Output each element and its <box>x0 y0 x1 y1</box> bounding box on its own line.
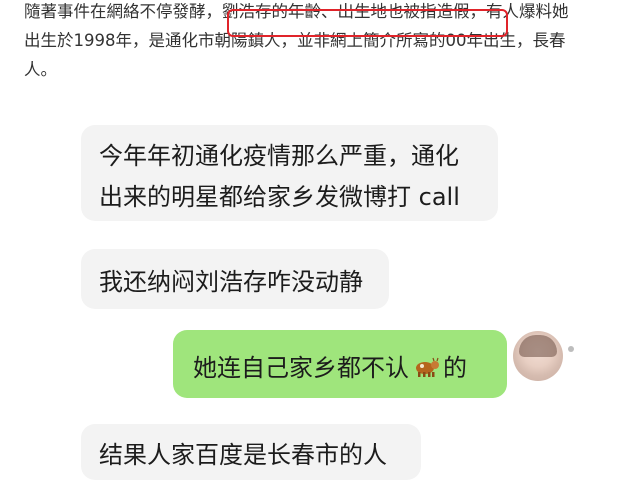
article-line-1-before: 隨著事件在網絡不停發酵， <box>24 2 222 21</box>
dot-icon <box>568 346 574 352</box>
avatar-hair <box>519 335 557 357</box>
chat-bubble-left: 结果人家百度是长春市的人 <box>81 424 421 480</box>
message-text: 今年年初通化疫情那么严重，通化 <box>99 142 459 170</box>
cow-icon <box>416 357 439 377</box>
message-text: 她连自己家乡都不认 的 <box>193 348 467 383</box>
chat-bubble-right: 她连自己家乡都不认 的 <box>173 330 507 398</box>
chat-bubble-left: 今年年初通化疫情那么严重，通化 出来的明星都给家乡发微博打 call <box>81 125 498 221</box>
highlight-box <box>227 9 508 37</box>
message-text-before: 她连自己家乡都不认 <box>193 354 409 382</box>
message-text: 出来的明星都给家乡发微博打 call <box>99 183 460 211</box>
avatar <box>513 331 563 381</box>
article-line-3: 人。 <box>24 60 57 79</box>
message-text: 我还纳闷刘浩存咋没动静 <box>99 268 363 296</box>
chat-bubble-left: 我还纳闷刘浩存咋没动静 <box>81 249 389 309</box>
message-text-after: 的 <box>443 354 467 382</box>
